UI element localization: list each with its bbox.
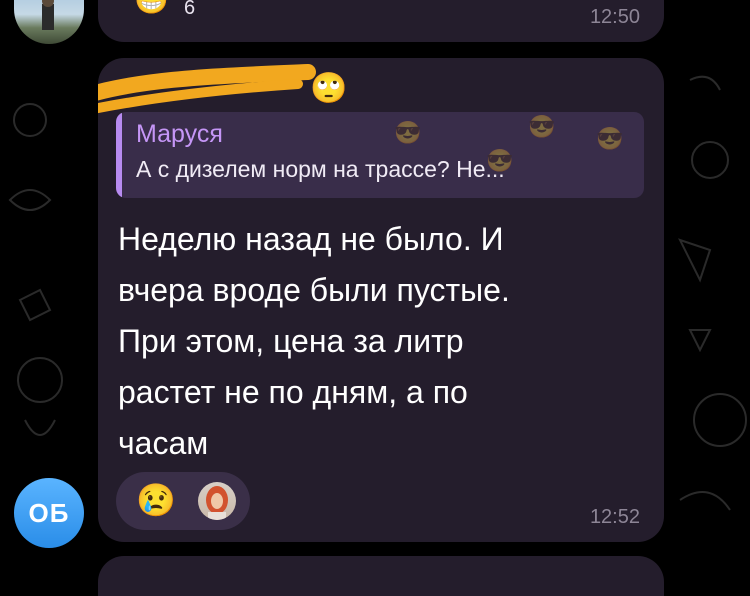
- reactor-photo-icon: [206, 486, 228, 520]
- avatar-initials: ОБ: [28, 497, 70, 528]
- sender-avatar-photo[interactable]: [14, 0, 84, 44]
- message-text: Неделю назад не было. И вчера вроде были…: [118, 214, 638, 469]
- reply-text: А с дизелем норм на трассе? Не...: [136, 156, 505, 182]
- message-line: растет не по дням, а по: [118, 374, 468, 410]
- reply-accent-bar: [116, 112, 122, 198]
- reaction-chip[interactable]: 😢: [116, 472, 250, 530]
- photo-figure-icon: [42, 0, 54, 30]
- message-line: При этом, цена за литр: [118, 323, 464, 359]
- message-line: вчера вроде были пустые.: [118, 272, 510, 308]
- reply-author: Маруся: [136, 120, 223, 148]
- reaction-count: 6: [184, 0, 196, 19]
- sender-status-emoji: 🙄: [310, 72, 348, 105]
- reply-quote[interactable]: 😎 😎 😎 😎 Маруся А с дизелем норм на трасс…: [116, 112, 644, 198]
- next-message-bubble[interactable]: [98, 556, 664, 596]
- message-line: Неделю назад не было. И: [118, 221, 504, 257]
- reaction-cry-emoji: 😢: [136, 482, 176, 518]
- message-time: 12:50: [589, 6, 640, 28]
- reaction-grin-emoji[interactable]: 😁: [134, 0, 169, 14]
- message-time: 12:52: [589, 506, 640, 528]
- reactor-avatar: [198, 482, 236, 520]
- sender-avatar[interactable]: ОБ: [14, 478, 84, 548]
- sunglasses-icon: 😎: [394, 120, 422, 145]
- sunglasses-icon: 😎: [528, 114, 556, 139]
- previous-message-bubble[interactable]: 😁 6 12:50: [98, 0, 664, 42]
- message-bubble[interactable]: 🙄 😎 😎 😎 😎 Маруся А с дизелем норм на тра…: [98, 58, 664, 542]
- sunglasses-icon: 😎: [596, 126, 624, 151]
- message-line: часам: [118, 425, 209, 461]
